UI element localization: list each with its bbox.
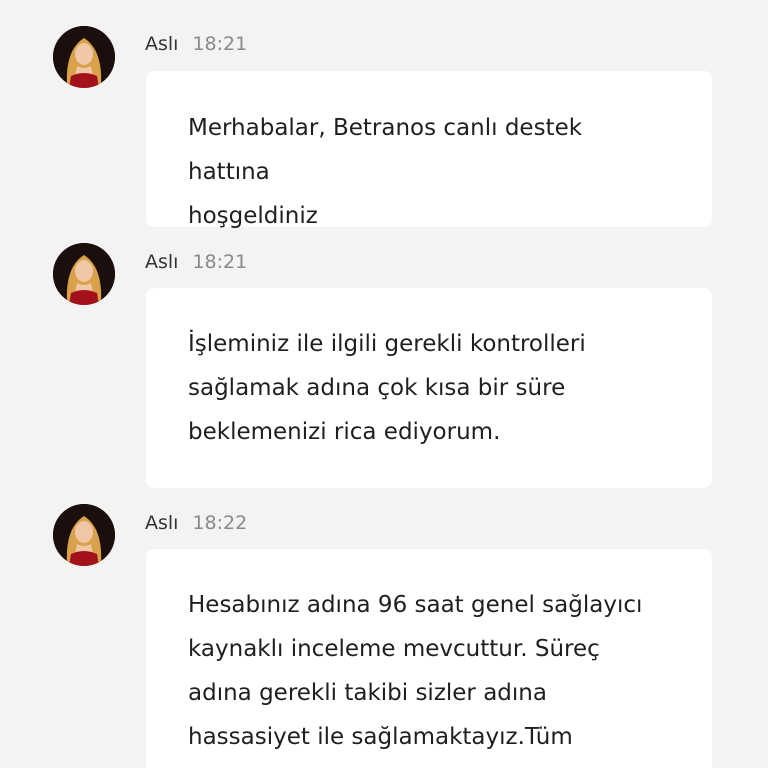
message-bubble: Merhabalar, Betranos canlı destek hattın…: [146, 71, 712, 229]
message-meta: Aslı 18:22: [145, 510, 247, 536]
agent-avatar-icon: [53, 504, 115, 566]
agent-avatar-icon: [53, 26, 115, 88]
message-bubble: İşleminiz ile ilgili gerekli kontrolleri…: [146, 288, 712, 488]
message-time: 18:21: [192, 251, 248, 273]
chat-transcript: Aslı 18:21 Merhabalar, Betranos canlı des…: [0, 0, 768, 768]
sender-name: Aslı: [145, 512, 179, 534]
message-meta: Aslı 18:21: [145, 31, 247, 57]
sender-name: Aslı: [145, 251, 179, 273]
message-text: Hesabınız adına 96 saat genel sağlayıcı …: [188, 592, 643, 750]
message-time: 18:21: [192, 33, 248, 55]
sender-name: Aslı: [145, 33, 179, 55]
message-bubble: Hesabınız adına 96 saat genel sağlayıcı …: [146, 549, 712, 768]
message-text: Merhabalar, Betranos canlı destek hattın…: [188, 115, 583, 229]
agent-avatar-icon: [53, 243, 115, 305]
message-time: 18:22: [192, 512, 248, 534]
message-meta: Aslı 18:21: [145, 249, 247, 275]
message-text: İşleminiz ile ilgili gerekli kontrolleri…: [188, 331, 586, 445]
